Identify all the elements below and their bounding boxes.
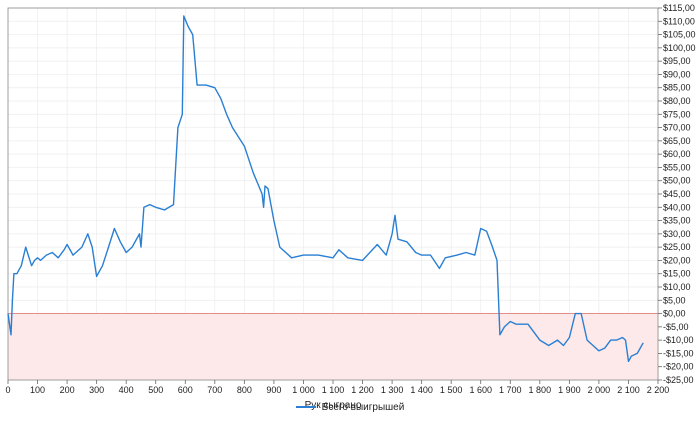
y-tick-label: $55,00 xyxy=(663,162,691,172)
y-tick-label: $35,00 xyxy=(663,216,691,226)
x-tick-label: 300 xyxy=(89,385,104,395)
x-tick-label: 1 800 xyxy=(529,385,552,395)
y-tick-label: $5,00 xyxy=(663,295,686,305)
x-tick-label: 200 xyxy=(60,385,75,395)
x-tick-label: 1 700 xyxy=(499,385,522,395)
y-tick-label: $80,00 xyxy=(663,96,691,106)
y-tick-label: $25,00 xyxy=(663,242,691,252)
y-tick-label: -$25,00 xyxy=(663,375,694,385)
y-tick-label: $20,00 xyxy=(663,255,691,265)
x-tick-label: 1 000 xyxy=(292,385,315,395)
legend-line-swatch xyxy=(295,406,316,409)
y-tick-label: $40,00 xyxy=(663,202,691,212)
x-tick-label: 1 200 xyxy=(351,385,374,395)
y-tick-label: $50,00 xyxy=(663,176,691,186)
x-tick-label: 1 900 xyxy=(558,385,581,395)
y-tick-label: $85,00 xyxy=(663,83,691,93)
y-tick-label: $75,00 xyxy=(663,109,691,119)
y-axis: -$25,00 -$20,00 -$15,00 -$10,00 -$5,00 $0,00 $… xyxy=(658,3,696,385)
x-tick-label: 1 500 xyxy=(440,385,463,395)
y-tick-label: $105,00 xyxy=(663,30,696,40)
x-tick-label: 2 000 xyxy=(588,385,611,395)
y-tick-label: $30,00 xyxy=(663,229,691,239)
y-tick-label: $100,00 xyxy=(663,43,696,53)
y-tick-label: $90,00 xyxy=(663,69,691,79)
x-tick-label: 600 xyxy=(178,385,193,395)
x-tick-label: 1 400 xyxy=(410,385,433,395)
x-tick-label: 2 200 xyxy=(647,385,670,395)
y-tick-label: $115,00 xyxy=(663,3,695,13)
series-line xyxy=(7,15,644,363)
x-tick-label: 900 xyxy=(266,385,281,395)
x-tick-label: 2 100 xyxy=(617,385,640,395)
negative-region-shade xyxy=(8,313,658,380)
x-tick-label: 100 xyxy=(30,385,45,395)
x-tick-label: 1 600 xyxy=(469,385,492,395)
x-tick-label: 400 xyxy=(119,385,134,395)
x-tick-label: 1 300 xyxy=(381,385,404,395)
y-tick-label: $45,00 xyxy=(663,189,691,199)
x-tick-label: 700 xyxy=(207,385,222,395)
y-tick-label: $95,00 xyxy=(663,56,691,66)
x-axis: 0 100 200 300 400 500 600 700 800 900 1 000 1 100 1 … xyxy=(5,380,669,395)
y-tick-label: $70,00 xyxy=(663,123,691,133)
y-tick-label: -$10,00 xyxy=(663,335,694,345)
legend-label: Всего выигрышей xyxy=(321,402,405,413)
chart-container: 0 100 200 300 400 500 600 700 800 900 1 000 1 100 1 … xyxy=(0,0,700,435)
y-tick-label: -$15,00 xyxy=(663,348,694,358)
y-tick-label: $60,00 xyxy=(663,149,691,159)
y-tick-label: -$20,00 xyxy=(663,362,694,372)
y-tick-label: $110,00 xyxy=(663,16,695,26)
x-tick-label: 1 100 xyxy=(322,385,345,395)
x-tick-label: 500 xyxy=(148,385,163,395)
y-tick-label: $15,00 xyxy=(663,269,691,279)
y-tick-label: -$5,00 xyxy=(663,322,689,332)
x-tick-label: 0 xyxy=(5,385,10,395)
y-tick-label: $0,00 xyxy=(663,309,686,319)
series-layer xyxy=(7,15,644,363)
legend: Всего выигрышей xyxy=(0,402,700,413)
x-tick-label: 800 xyxy=(237,385,252,395)
winnings-line-chart: 0 100 200 300 400 500 600 700 800 900 1 000 1 100 1 … xyxy=(5,3,696,411)
y-tick-label: $10,00 xyxy=(663,282,691,292)
y-tick-label: $65,00 xyxy=(663,136,691,146)
